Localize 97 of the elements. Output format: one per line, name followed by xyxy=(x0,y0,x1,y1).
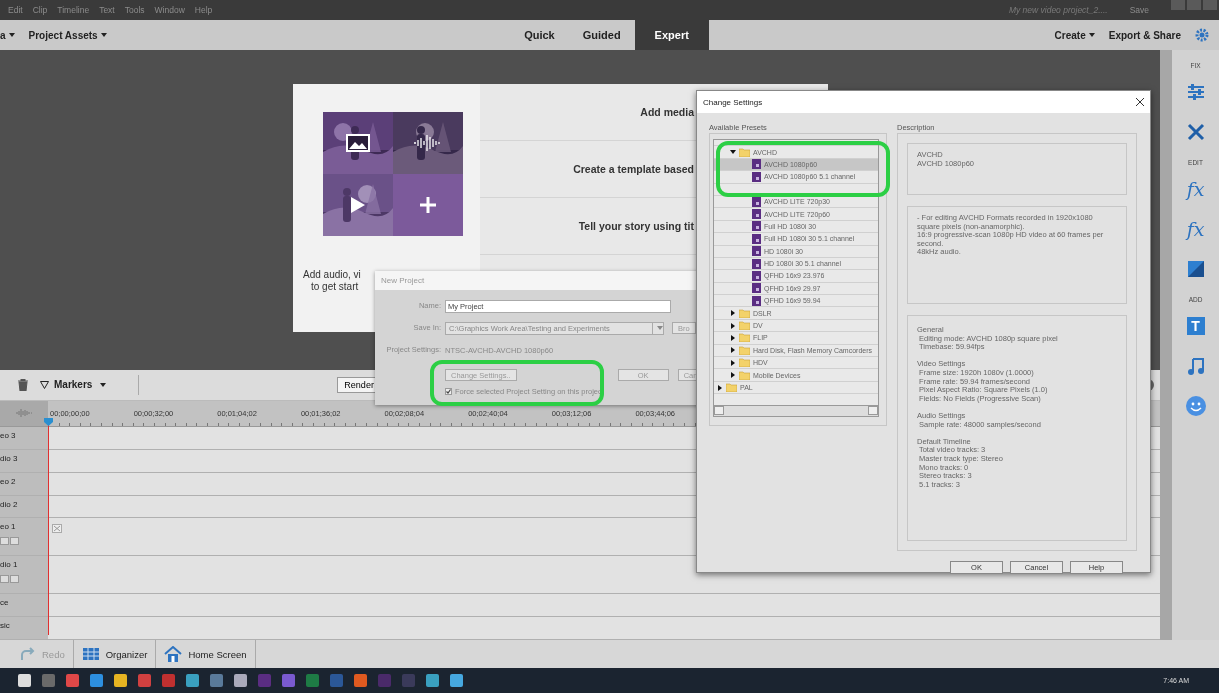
caret-icon xyxy=(8,33,15,37)
track-label: dio 3 xyxy=(0,453,19,463)
track-label: sic xyxy=(0,621,11,631)
preset-file-icon xyxy=(752,233,761,244)
menu-item[interactable]: Clip xyxy=(32,5,48,15)
marker-icon xyxy=(40,380,49,389)
welcome-caption: Add audio, vi xyxy=(303,269,361,280)
home-icon xyxy=(164,646,183,662)
preset-file-icon xyxy=(752,196,761,207)
taskbar-app-icon[interactable] xyxy=(162,674,175,687)
expand-arrow-icon[interactable] xyxy=(717,384,723,391)
taskbar-app-icon[interactable] xyxy=(426,674,439,687)
menu-item[interactable]: Timeline xyxy=(57,5,90,15)
preset-file-icon xyxy=(752,246,761,257)
redo-icon xyxy=(18,646,36,662)
expand-arrow-icon[interactable] xyxy=(730,347,736,354)
mode-tab[interactable]: Expert xyxy=(634,20,709,50)
folder-icon xyxy=(739,308,750,318)
keyframe-button[interactable] xyxy=(0,575,9,584)
preset-file-icon xyxy=(752,171,761,182)
taskbar-app-icon[interactable] xyxy=(402,674,415,687)
preset-file-icon xyxy=(752,283,761,294)
menu-item[interactable]: Help xyxy=(194,5,213,15)
menu-item[interactable]: Edit xyxy=(8,5,23,15)
taskbar-app-icon[interactable] xyxy=(42,674,55,687)
expand-arrow-icon[interactable] xyxy=(730,372,736,379)
taskbar-app-icon[interactable] xyxy=(186,674,199,687)
image-icon xyxy=(346,134,370,152)
caret-icon xyxy=(1088,33,1095,37)
taskbar-app-icon[interactable] xyxy=(66,674,79,687)
preset-file-icon xyxy=(752,258,761,269)
taskbar-app-icon[interactable] xyxy=(18,674,31,687)
folder-icon xyxy=(739,321,750,331)
caret-icon xyxy=(656,326,663,330)
track-label: eo 1 xyxy=(0,522,17,532)
caret-icon xyxy=(100,33,107,37)
expand-arrow-icon[interactable] xyxy=(730,310,736,317)
welcome-caption: to get start xyxy=(311,281,359,292)
effects-icon[interactable]: fx xyxy=(1184,218,1207,240)
keyframe-button[interactable] xyxy=(0,537,9,546)
expand-arrow-icon[interactable] xyxy=(730,334,736,341)
save-link[interactable]: Save xyxy=(1129,5,1149,15)
caret-icon xyxy=(100,382,107,387)
scroll-right-button[interactable] xyxy=(868,406,878,415)
collapse-arrow-icon[interactable] xyxy=(730,149,736,156)
expand-arrow-icon[interactable] xyxy=(730,359,736,366)
next-keyframe-button[interactable] xyxy=(10,575,19,584)
taskbar-app-icon[interactable] xyxy=(114,674,127,687)
menu-dropdown[interactable]: a xyxy=(0,29,15,41)
taskbar-app-icon[interactable] xyxy=(234,674,247,687)
track-label: dio 2 xyxy=(0,499,19,509)
effects-icon[interactable]: fx xyxy=(1184,178,1207,200)
menu-item[interactable]: Window xyxy=(154,5,185,15)
settings-icon[interactable] xyxy=(1195,28,1209,42)
dialog-title: Change Settings xyxy=(703,97,763,107)
track-label: dio 1 xyxy=(0,560,19,570)
taskbar-app-icon[interactable] xyxy=(138,674,151,687)
folder-icon xyxy=(726,383,737,392)
smiley-icon[interactable] xyxy=(1184,395,1207,417)
playhead-handle[interactable] xyxy=(44,418,53,426)
track-label: eo 2 xyxy=(0,476,17,486)
menu-item[interactable]: Text xyxy=(99,5,115,15)
menu-dropdown[interactable]: Project Assets xyxy=(28,29,107,41)
export-share-menu[interactable]: Export & Share xyxy=(1108,29,1181,41)
mode-tab[interactable]: Quick xyxy=(510,20,569,50)
text-icon[interactable]: T xyxy=(1184,315,1207,337)
preset-file-icon xyxy=(752,271,761,281)
taskbar-app-icon[interactable] xyxy=(306,674,319,687)
create-menu[interactable]: Create xyxy=(1054,29,1095,41)
scroll-left-button[interactable] xyxy=(714,406,724,415)
preset-file-icon xyxy=(752,159,761,170)
taskbar-app-icon[interactable] xyxy=(210,674,223,687)
preset-file-icon xyxy=(752,221,761,232)
taskbar-app-icon[interactable] xyxy=(282,674,295,687)
close-icon[interactable] xyxy=(1136,98,1144,106)
next-keyframe-button[interactable] xyxy=(10,537,19,546)
checkbox-icon[interactable] xyxy=(445,388,452,395)
taskbar-app-icon[interactable] xyxy=(258,674,271,687)
audio-wave-icon[interactable] xyxy=(15,408,33,419)
taskbar-app-icon[interactable] xyxy=(354,674,367,687)
track-label: ce xyxy=(0,598,10,608)
preset-file-icon xyxy=(752,295,761,306)
taskbar-app-icon[interactable] xyxy=(450,674,463,687)
folder-icon xyxy=(739,345,750,355)
track-label: eo 3 xyxy=(0,430,17,440)
taskbar-app-icon[interactable] xyxy=(378,674,391,687)
grid-icon xyxy=(81,646,100,662)
markers-menu[interactable]: Markers xyxy=(40,379,107,391)
preset-file-icon xyxy=(752,209,761,220)
taskbar-app-icon[interactable] xyxy=(90,674,103,687)
expand-arrow-icon[interactable] xyxy=(730,322,736,329)
menu-item[interactable]: Tools xyxy=(124,5,145,15)
folder-icon xyxy=(739,358,750,368)
mode-tab[interactable]: Guided xyxy=(568,20,635,50)
plus-icon[interactable] xyxy=(420,197,436,213)
trash-icon[interactable] xyxy=(18,378,28,391)
taskbar-app-icon[interactable] xyxy=(330,674,343,687)
